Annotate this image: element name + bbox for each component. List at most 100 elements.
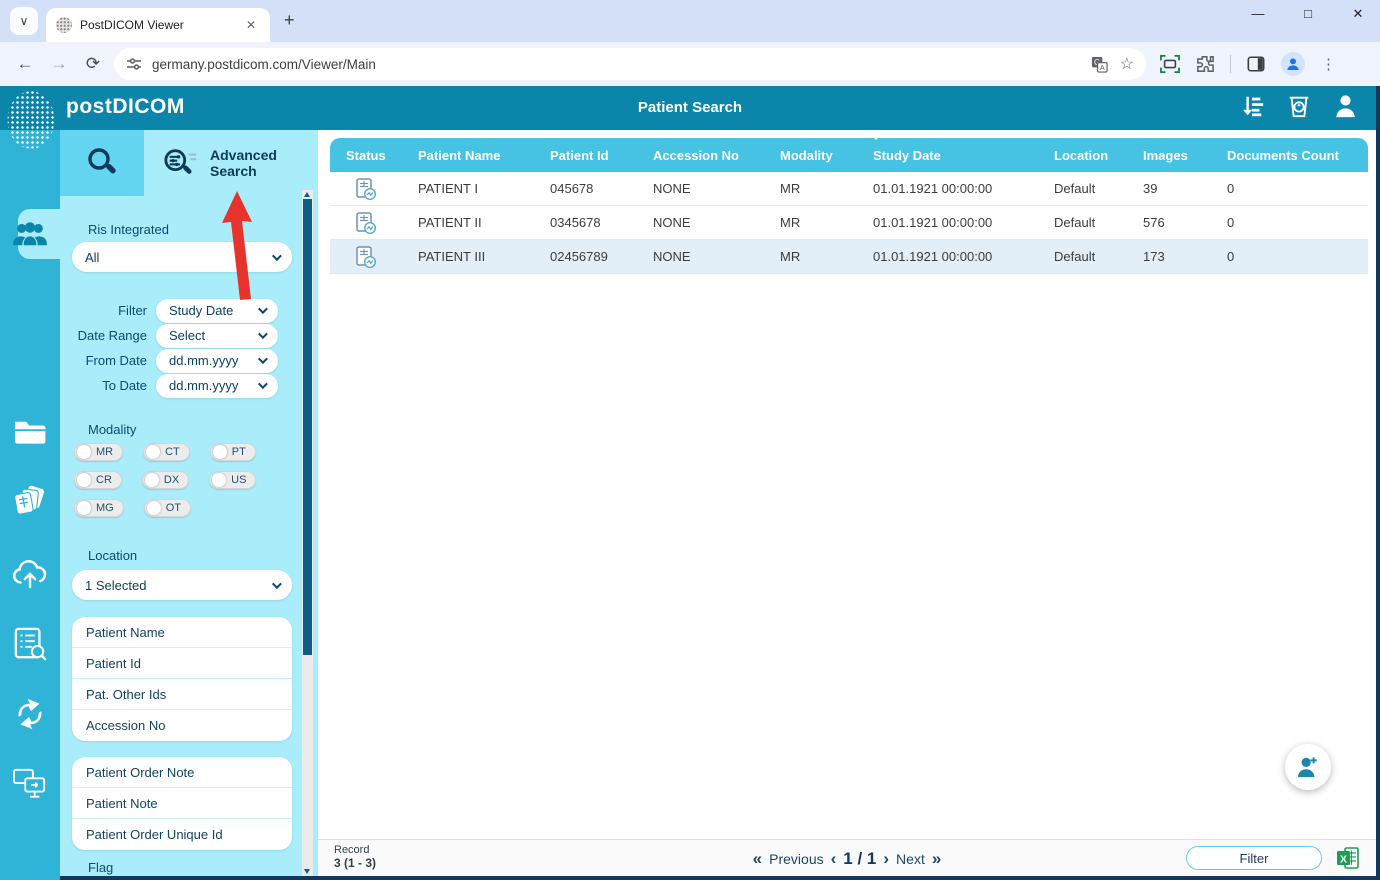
modality-toggle-dx[interactable]: DX (142, 471, 189, 489)
table-row[interactable]: PATIENT II 0345678 NONE MR 01.01.1921 00… (330, 206, 1368, 240)
scrollbar-up-arrow[interactable] (304, 192, 310, 197)
modality-toggle-ct[interactable]: CT (143, 443, 190, 461)
browser-menu-kebab-icon[interactable]: ⋮ (1321, 55, 1336, 73)
prev-page-icon[interactable]: ‹ (831, 849, 837, 869)
col-documents-count[interactable]: Documents Count (1211, 148, 1368, 163)
modality-toggle-pt[interactable]: PT (210, 443, 256, 461)
nav-order-list-search[interactable] (0, 620, 60, 668)
nav-patient-search[interactable] (0, 210, 60, 258)
tab-basic-search[interactable] (60, 130, 144, 196)
date-range-select[interactable]: Select (156, 324, 278, 348)
nav-share-screens[interactable] (0, 760, 60, 808)
col-patient-name[interactable]: Patient Name (402, 148, 534, 163)
toolbar-separator (1230, 55, 1231, 73)
cell-location: Default (1038, 215, 1127, 230)
screen-capture-icon[interactable] (1160, 55, 1180, 73)
browser-profile-avatar[interactable] (1281, 52, 1305, 76)
table-row[interactable]: PATIENT I 045678 NONE MR 01.01.1921 00:0… (330, 172, 1368, 206)
site-settings-icon[interactable] (126, 56, 142, 72)
toggle-knob (147, 501, 161, 515)
next-page-icon[interactable]: › (883, 849, 889, 869)
from-date-select[interactable]: dd.mm.yyyy (156, 349, 278, 373)
modality-toggle-mg[interactable]: MG (74, 499, 124, 517)
forward-button[interactable]: → (42, 54, 76, 74)
minimize-button[interactable]: — (1248, 6, 1268, 22)
col-accession-no[interactable]: Accession No (637, 148, 764, 163)
toggle-knob (146, 445, 160, 459)
col-status[interactable]: Status (330, 148, 402, 163)
account-person-icon[interactable] (1333, 93, 1358, 124)
patient-note-field[interactable]: Patient Note (72, 788, 292, 819)
patient-order-unique-id-field[interactable]: Patient Order Unique Id (72, 819, 292, 850)
next-page-button[interactable]: Next (896, 851, 925, 867)
reload-button[interactable]: ⟳ (76, 54, 110, 74)
col-location[interactable]: Location (1038, 148, 1127, 163)
location-select[interactable]: 1 Selected (72, 570, 292, 600)
ris-integrated-label: Ris Integrated (88, 222, 169, 237)
study-status-icon (330, 245, 402, 269)
cell-accession-no: NONE (637, 249, 764, 264)
address-bar[interactable]: germany.postdicom.com/Viewer/Main GA ☆ (114, 48, 1146, 80)
scrollbar-down-arrow[interactable] (304, 869, 310, 874)
nav-dicom-cards[interactable] (0, 478, 60, 526)
first-page-icon[interactable]: « (753, 849, 762, 869)
back-button[interactable]: ← (8, 54, 42, 74)
accession-no-field[interactable]: Accession No (72, 710, 292, 741)
chevron-down-icon (272, 579, 282, 589)
filter-select[interactable]: Study Date (156, 299, 278, 323)
col-patient-id[interactable]: Patient Id (534, 148, 637, 163)
nav-sync[interactable] (0, 690, 60, 738)
tab-close-icon[interactable]: ✕ (242, 16, 260, 34)
cell-images: 39 (1127, 181, 1211, 196)
col-study-date[interactable]: Study Date (857, 148, 1038, 163)
browser-tab[interactable]: PostDICOM Viewer ✕ (46, 8, 270, 42)
tab-search-button[interactable]: ∨ (10, 7, 38, 35)
cell-documents-count: 0 (1211, 249, 1368, 264)
recycle-bin-icon[interactable] (1287, 93, 1311, 124)
previous-page-button[interactable]: Previous (769, 851, 823, 867)
excel-export-icon[interactable]: X (1336, 846, 1360, 875)
to-date-select[interactable]: dd.mm.yyyy (156, 374, 278, 398)
tab-advanced-search[interactable]: Advanced Search (144, 130, 318, 196)
last-page-icon[interactable]: » (932, 849, 941, 869)
col-images[interactable]: Images (1127, 148, 1211, 163)
add-patient-button[interactable] (1285, 744, 1331, 790)
patient-name-field[interactable]: Patient Name (72, 617, 292, 648)
chevron-down-icon: ∨ (20, 14, 29, 28)
sort-list-icon[interactable] (1239, 93, 1265, 124)
pat-other-ids-field[interactable]: Pat. Other Ids (72, 679, 292, 710)
patient-order-note-field[interactable]: Patient Order Note (72, 757, 292, 788)
modality-toggle-mr[interactable]: MR (74, 443, 123, 461)
filter-button[interactable]: Filter (1186, 846, 1322, 870)
nav-cloud-upload[interactable] (0, 550, 60, 598)
col-modality[interactable]: Modality (764, 148, 857, 163)
page-title: Patient Search (0, 99, 1380, 116)
modality-toggle-us[interactable]: US (209, 471, 256, 489)
new-tab-button[interactable]: + (284, 10, 295, 31)
record-label: Record (334, 844, 376, 856)
patient-id-fields-group: Patient Name Patient Id Pat. Other Ids A… (72, 617, 292, 741)
side-panel-icon[interactable] (1247, 55, 1265, 73)
search-icon (84, 145, 120, 181)
maximize-button[interactable]: □ (1298, 6, 1318, 22)
cell-modality: MR (764, 215, 857, 230)
extensions-puzzle-icon[interactable] (1196, 55, 1214, 73)
app-right-border (1376, 86, 1380, 880)
cell-study-date: 01.01.1921 00:00:00 (857, 249, 1038, 264)
modality-toggle-ot[interactable]: OT (144, 499, 191, 517)
left-nav-strip (0, 130, 60, 880)
browser-tab-strip: ∨ PostDICOM Viewer ✕ + — □ ✕ (0, 0, 1380, 42)
translate-icon[interactable]: GA (1091, 56, 1108, 73)
panel-scrollbar[interactable] (302, 190, 313, 876)
bookmark-star-icon[interactable]: ☆ (1120, 54, 1134, 74)
url-text[interactable]: germany.postdicom.com/Viewer/Main (152, 57, 1079, 72)
close-window-button[interactable]: ✕ (1348, 6, 1368, 22)
patient-id-field[interactable]: Patient Id (72, 648, 292, 679)
table-row[interactable]: PATIENT III 02456789 NONE MR 01.01.1921 … (330, 240, 1368, 274)
panel-scrollbar-thumb[interactable] (303, 199, 312, 655)
modality-toggle-cr[interactable]: CR (74, 471, 122, 489)
nav-folders[interactable] (0, 408, 60, 456)
cell-location: Default (1038, 181, 1127, 196)
window-controls: — □ ✕ (1248, 6, 1368, 22)
chevron-down-icon (258, 379, 268, 389)
